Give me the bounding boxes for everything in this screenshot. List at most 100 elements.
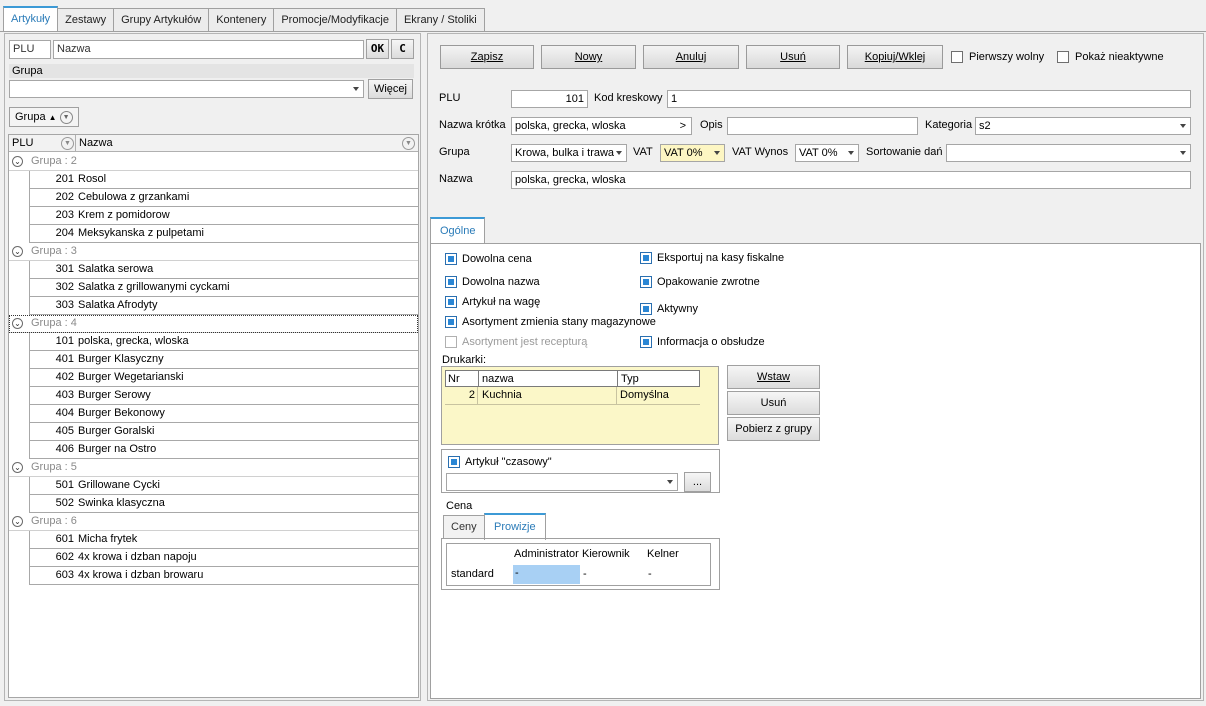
desc-field[interactable] <box>727 117 918 135</box>
group-row[interactable]: ⌄ Grupa : 2 <box>9 153 418 171</box>
chevron-right-icon[interactable]: > <box>680 118 686 135</box>
table-row[interactable]: 201 Rosol <box>29 171 418 189</box>
printer-row[interactable]: 2 Kuchnia Domyślna <box>445 387 700 405</box>
vat-out-value: VAT 0% <box>799 147 838 159</box>
table-row[interactable]: 202 Cebulowa z grzankami <box>29 189 418 207</box>
plu-filter-icon[interactable]: ▼ <box>61 137 74 150</box>
table-row[interactable]: 502 Swinka klasyczna <box>29 495 418 513</box>
table-row[interactable]: 101 polska, grecka, wloska <box>29 333 418 351</box>
row-plu: 602 <box>55 551 74 563</box>
by-weight-checkbox[interactable] <box>445 296 457 308</box>
short-name-field[interactable]: polska, grecka, wloska > <box>511 117 692 135</box>
group-filter-combo[interactable] <box>9 80 364 98</box>
new-button[interactable]: Nowy <box>541 45 636 69</box>
clear-button[interactable]: C <box>391 39 414 59</box>
row-plu: 603 <box>55 569 74 581</box>
tab-prowizje[interactable]: Prowizje <box>484 513 546 540</box>
tab-grupy-artykulow[interactable]: Grupy Artykułów <box>113 8 210 32</box>
timed-combo[interactable] <box>446 473 678 491</box>
manager-commission-cell[interactable]: - <box>583 568 587 580</box>
row-plu: 301 <box>55 263 74 275</box>
group-row[interactable]: ⌄ Grupa : 3 <box>9 243 418 261</box>
table-row[interactable]: 406 Burger na Ostro <box>29 441 418 459</box>
tab-artykuly[interactable]: Artykuły <box>3 6 59 32</box>
table-row[interactable]: 501 Grillowane Cycki <box>29 477 418 495</box>
table-row[interactable]: 402 Burger Wegetarianski <box>29 369 418 387</box>
tab-kontenery[interactable]: Kontenery <box>208 8 275 32</box>
stock-checkbox[interactable] <box>445 316 457 328</box>
table-row[interactable]: 401 Burger Klasyczny <box>29 351 418 369</box>
table-row[interactable]: 404 Burger Bekonowy <box>29 405 418 423</box>
collapse-icon[interactable]: ⌄ <box>12 516 23 527</box>
table-row[interactable]: 204 Meksykanska z pulpetami <box>29 225 418 243</box>
ok-button[interactable]: OK <box>366 39 389 59</box>
tab-promocje[interactable]: Promocje/Modyfikacje <box>273 8 397 32</box>
category-combo[interactable]: s2 <box>975 117 1191 135</box>
sort-combo[interactable] <box>946 144 1191 162</box>
show-inactive-checkbox[interactable] <box>1057 51 1069 63</box>
from-group-button[interactable]: Pobierz z grupy <box>727 417 820 441</box>
show-inactive-label: Pokaż nieaktywne <box>1075 51 1164 63</box>
timed-checkbox[interactable] <box>448 456 460 468</box>
name-filter-input[interactable]: Nazwa <box>53 40 364 59</box>
vat-out-combo[interactable]: VAT 0% <box>795 144 859 162</box>
table-row[interactable]: 602 4x krowa i dzban napoju <box>29 549 418 567</box>
any-name-checkbox[interactable] <box>445 276 457 288</box>
collapse-icon[interactable]: ⌄ <box>12 156 23 167</box>
cancel-button[interactable]: Anuluj <box>643 45 739 69</box>
tab-zestawy[interactable]: Zestawy <box>57 8 115 32</box>
filter-icon[interactable]: ▼ <box>59 110 73 124</box>
packaging-checkbox[interactable] <box>640 276 652 288</box>
barcode-field[interactable]: 1 <box>667 90 1191 108</box>
name-filter-icon[interactable]: ▼ <box>402 137 415 150</box>
row-plu: 203 <box>55 209 74 221</box>
row-plu: 402 <box>55 371 74 383</box>
row-name: Burger Bekonowy <box>78 407 165 419</box>
plu-filter-input[interactable]: PLU <box>9 40 51 59</box>
service-info-checkbox[interactable] <box>640 336 652 348</box>
group-combo[interactable]: Krowa, bulka i trawa <box>511 144 627 162</box>
group-row[interactable]: ⌄ Grupa : 4 <box>9 315 418 333</box>
collapse-icon[interactable]: ⌄ <box>12 318 23 329</box>
group-filter-label: Grupa <box>9 64 414 78</box>
plu-field[interactable]: 101 <box>511 90 588 108</box>
vat-combo[interactable]: VAT 0% <box>660 144 725 162</box>
copy-paste-button[interactable]: Kopiuj/Wklej <box>847 45 943 69</box>
table-row[interactable]: 603 4x krowa i dzban browaru <box>29 567 418 585</box>
col-plu-header[interactable]: PLU <box>12 137 33 149</box>
table-row[interactable]: 405 Burger Goralski <box>29 423 418 441</box>
chevron-down-icon <box>848 151 854 155</box>
delete-button[interactable]: Usuń <box>746 45 840 69</box>
active-checkbox[interactable] <box>640 303 652 315</box>
tab-ogolne[interactable]: Ogólne <box>430 217 486 244</box>
any-price-checkbox[interactable] <box>445 253 457 265</box>
more-button[interactable]: Więcej <box>368 79 413 99</box>
insert-printer-button[interactable]: Wstaw <box>727 365 820 389</box>
first-free-checkbox[interactable] <box>951 51 963 63</box>
export-checkbox[interactable] <box>640 252 652 264</box>
group-row-label: Grupa : 4 <box>31 317 77 329</box>
waiter-commission-cell[interactable]: - <box>648 568 652 580</box>
group-row[interactable]: ⌄ Grupa : 5 <box>9 459 418 477</box>
recipe-checkbox[interactable] <box>445 336 457 348</box>
group-sort-button[interactable]: Grupa ▲ ▼ <box>9 107 79 127</box>
table-row[interactable]: 302 Salatka z grillowanymi cyckami <box>29 279 418 297</box>
table-row[interactable]: 301 Salatka serowa <box>29 261 418 279</box>
table-row[interactable]: 403 Burger Serowy <box>29 387 418 405</box>
col-name-header[interactable]: Nazwa <box>79 137 113 149</box>
tab-ekrany[interactable]: Ekrany / Stoliki <box>395 8 485 32</box>
table-row[interactable]: 203 Krem z pomidorow <box>29 207 418 225</box>
group-row[interactable]: ⌄ Grupa : 6 <box>9 513 418 531</box>
tab-ceny[interactable]: Ceny <box>443 515 485 539</box>
name-field[interactable]: polska, grecka, wloska <box>511 171 1191 189</box>
timed-more-button[interactable]: ... <box>684 472 711 492</box>
remove-printer-button[interactable]: Usuń <box>727 391 820 415</box>
table-row[interactable]: 303 Salatka Afrodyty <box>29 297 418 315</box>
collapse-icon[interactable]: ⌄ <box>12 462 23 473</box>
row-name: 4x krowa i dzban napoju <box>78 551 197 563</box>
admin-commission-cell[interactable]: - <box>513 565 580 584</box>
collapse-icon[interactable]: ⌄ <box>12 246 23 257</box>
export-label: Eksportuj na kasy fiskalne <box>657 252 785 264</box>
save-button[interactable]: Zapisz <box>440 45 534 69</box>
table-row[interactable]: 601 Micha frytek <box>29 531 418 549</box>
